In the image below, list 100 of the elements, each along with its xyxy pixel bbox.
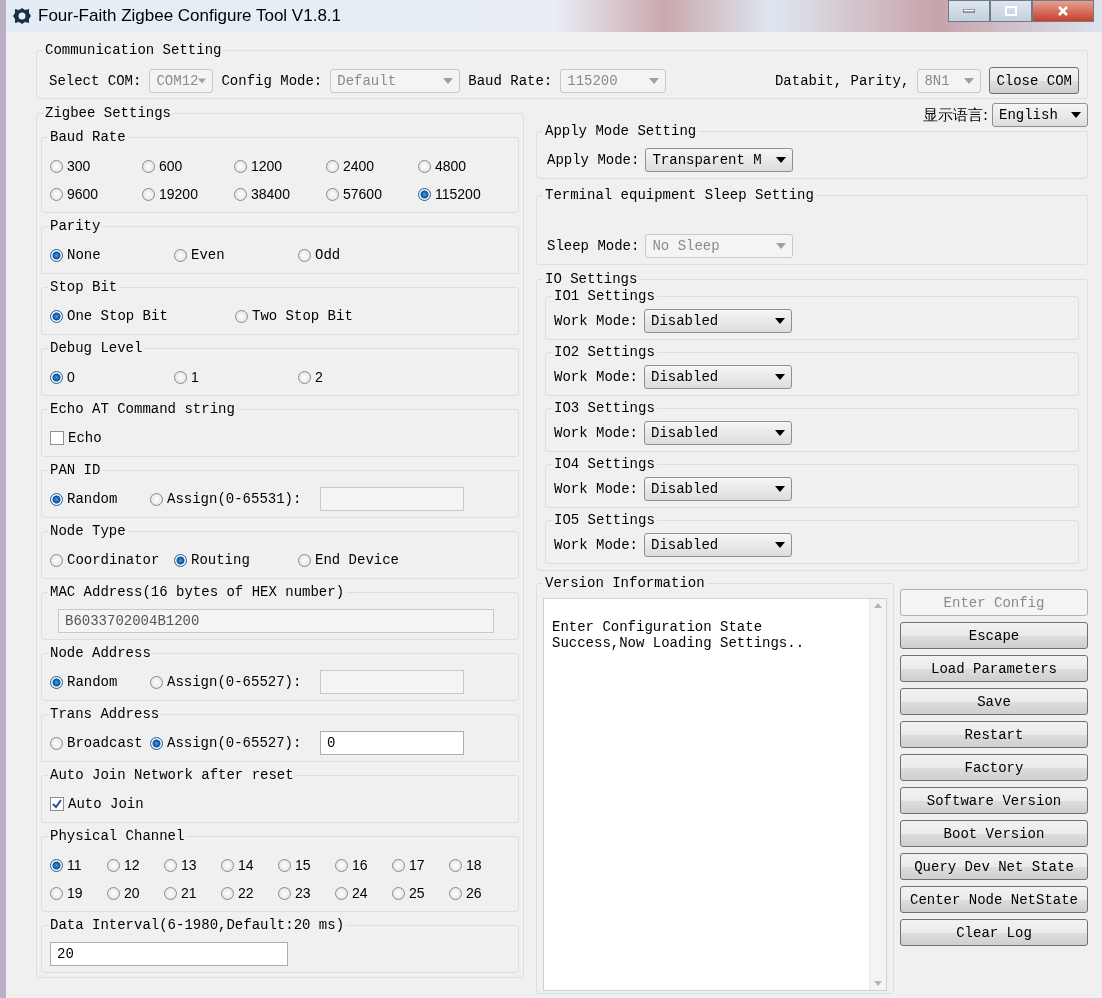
dropdown[interactable]: Disabled xyxy=(644,533,792,557)
action-button[interactable]: Load Parameters xyxy=(900,655,1088,682)
group-title: Apply Mode Setting xyxy=(543,123,699,139)
radio-button[interactable]: 300 xyxy=(50,154,142,178)
group-title: Stop Bit xyxy=(48,279,120,295)
close-icon xyxy=(1057,6,1069,16)
radio-button[interactable]: 1 xyxy=(174,365,298,389)
radio-button[interactable]: 13 xyxy=(164,853,221,877)
field-label: Sleep Mode: xyxy=(547,238,640,254)
field-label: Work Mode: xyxy=(554,369,638,385)
field-label: Apply Mode: xyxy=(547,152,640,168)
action-button[interactable]: Clear Log xyxy=(900,919,1088,946)
dropdown[interactable]: Disabled xyxy=(644,477,792,501)
radio-button[interactable]: 19 xyxy=(50,881,107,905)
action-button[interactable]: Center Node NetState xyxy=(900,886,1088,913)
close-button[interactable] xyxy=(1032,0,1094,22)
group-title: IO4 Settings xyxy=(552,456,657,472)
scrollbar[interactable] xyxy=(869,599,886,990)
field-label: Baud Rate: xyxy=(468,72,553,89)
text-field[interactable]: 20 xyxy=(50,942,288,966)
radio-button[interactable]: Two Stop Bit xyxy=(235,304,420,328)
field-label: Work Mode: xyxy=(554,481,638,497)
radio-button[interactable]: 2 xyxy=(298,365,422,389)
action-button[interactable]: Boot Version xyxy=(900,820,1088,847)
minimize-icon xyxy=(963,9,975,13)
radio-button[interactable]: 1200 xyxy=(234,154,326,178)
radio-button[interactable]: 15 xyxy=(278,853,335,877)
radio-button[interactable]: Broadcast xyxy=(50,731,150,755)
radio-button[interactable]: 24 xyxy=(335,881,392,905)
radio-button[interactable]: 26 xyxy=(449,881,506,905)
field-label: Work Mode: xyxy=(554,313,638,329)
maximize-button[interactable] xyxy=(990,0,1032,22)
radio-button[interactable]: Random xyxy=(50,670,150,694)
radio-button[interactable]: 18 xyxy=(449,853,506,877)
dropdown[interactable]: Disabled xyxy=(644,365,792,389)
radio-button[interactable]: 2400 xyxy=(326,154,418,178)
text-field[interactable]: 0 xyxy=(320,731,464,755)
radio-button[interactable]: 16 xyxy=(335,853,392,877)
radio-button[interactable]: 57600 xyxy=(326,182,418,206)
group-title: Echo AT Command string xyxy=(48,401,237,417)
field-label: Config Mode: xyxy=(221,72,323,89)
dropdown[interactable]: Disabled xyxy=(644,421,792,445)
group-title: IO2 Settings xyxy=(552,344,657,360)
radio-button[interactable]: 17 xyxy=(392,853,449,877)
radio-button[interactable]: 4800 xyxy=(418,154,510,178)
radio-button[interactable]: Even xyxy=(174,243,298,267)
dropdown[interactable]: Transparent M xyxy=(645,148,794,172)
radio-button[interactable]: Coordinator xyxy=(50,548,174,572)
action-button[interactable]: Save xyxy=(900,688,1088,715)
scroll-up-icon xyxy=(874,603,882,608)
radio-button[interactable]: 23 xyxy=(278,881,335,905)
caret-icon xyxy=(649,77,660,84)
field-label: Select COM: xyxy=(49,72,142,89)
language-label: 显示语言: xyxy=(922,105,988,125)
action-button[interactable]: Restart xyxy=(900,721,1088,748)
radio-button[interactable]: 21 xyxy=(164,881,221,905)
dropdown[interactable]: Disabled xyxy=(644,309,792,333)
close-com-button[interactable]: Close COM xyxy=(989,67,1079,94)
minimize-button[interactable] xyxy=(948,0,990,22)
radio-button[interactable]: One Stop Bit xyxy=(50,304,235,328)
checkbox[interactable]: Auto Join xyxy=(50,792,510,816)
caret-icon xyxy=(443,77,454,84)
caret-icon xyxy=(775,374,785,380)
radio-button[interactable]: End Device xyxy=(298,548,422,572)
log-line: Success,Now Loading Settings.. xyxy=(552,635,806,651)
radio-button[interactable]: 38400 xyxy=(234,182,326,206)
caret-icon xyxy=(964,77,975,84)
radio-button[interactable]: 20 xyxy=(107,881,164,905)
radio-button[interactable]: Random xyxy=(50,487,150,511)
radio-button[interactable]: 9600 xyxy=(50,182,142,206)
radio-button[interactable]: None xyxy=(50,243,174,267)
radio-button[interactable]: 11 xyxy=(50,853,107,877)
group-title: MAC Address(16 bytes of HEX number) xyxy=(48,584,347,600)
checkbox[interactable]: Echo xyxy=(50,426,510,450)
radio-button[interactable]: 25 xyxy=(392,881,449,905)
group-title: IO3 Settings xyxy=(552,400,657,416)
radio-button[interactable]: 0 xyxy=(50,365,174,389)
action-button[interactable]: Software Version xyxy=(900,787,1088,814)
radio-button[interactable]: Routing xyxy=(174,548,298,572)
radio-button[interactable]: 12 xyxy=(107,853,164,877)
group-title: IO Settings xyxy=(543,271,640,287)
radio-button[interactable]: 22 xyxy=(221,881,278,905)
radio-button[interactable]: 14 xyxy=(221,853,278,877)
action-button[interactable]: Query Dev Net State xyxy=(900,853,1088,880)
radio-button[interactable]: 19200 xyxy=(142,182,234,206)
group-title: Physical Channel xyxy=(48,828,187,844)
dropdown[interactable]: English xyxy=(992,103,1088,127)
group-title: Debug Level xyxy=(48,340,145,356)
group-title: Parity xyxy=(48,218,103,234)
radio-button[interactable]: Assign(0-65531): xyxy=(150,487,310,511)
radio-button[interactable]: Odd xyxy=(298,243,422,267)
group-title: Terminal equipment Sleep Setting xyxy=(543,187,816,203)
radio-button[interactable]: 115200 xyxy=(418,182,510,206)
action-button[interactable]: Factory xyxy=(900,754,1088,781)
group-title: Communication Setting xyxy=(43,42,224,58)
radio-button[interactable]: Assign(0-65527): xyxy=(150,670,310,694)
radio-button[interactable]: Assign(0-65527): xyxy=(150,731,310,755)
caret-icon xyxy=(776,243,787,249)
action-button[interactable]: Escape xyxy=(900,622,1088,649)
radio-button[interactable]: 600 xyxy=(142,154,234,178)
